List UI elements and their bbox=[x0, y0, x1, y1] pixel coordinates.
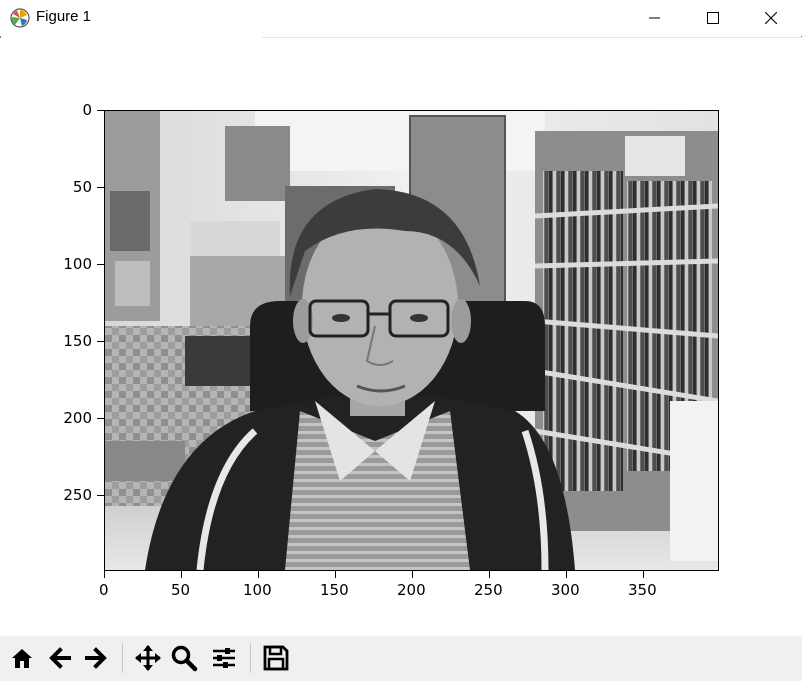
maximize-icon bbox=[707, 12, 719, 24]
pan-button[interactable] bbox=[132, 642, 164, 674]
title-bar: Figure 1 bbox=[0, 0, 802, 36]
x-tick-mark bbox=[643, 571, 644, 578]
back-arrow-icon bbox=[49, 647, 71, 669]
webcam-photo bbox=[105, 111, 718, 570]
matplotlib-logo-icon bbox=[10, 8, 30, 28]
x-tick-label: 50 bbox=[171, 581, 191, 599]
y-tick-mark bbox=[97, 110, 104, 111]
x-tick-label: 300 bbox=[551, 581, 580, 599]
y-tick-label: 0 bbox=[82, 101, 92, 119]
y-tick-mark bbox=[97, 187, 104, 188]
minimize-icon bbox=[649, 17, 660, 19]
close-icon bbox=[765, 12, 777, 24]
x-tick-label: 100 bbox=[243, 581, 272, 599]
y-tick-mark bbox=[97, 495, 104, 496]
configure-subplots-button[interactable] bbox=[208, 642, 240, 674]
x-tick-mark bbox=[412, 571, 413, 578]
forward-arrow-icon bbox=[85, 647, 107, 669]
navigation-toolbar bbox=[0, 636, 802, 681]
y-tick-mark bbox=[97, 264, 104, 265]
image-axes[interactable] bbox=[104, 110, 719, 571]
zoom-button[interactable] bbox=[168, 642, 200, 674]
close-button[interactable] bbox=[742, 0, 800, 36]
magnifier-icon bbox=[171, 645, 198, 672]
y-tick-label: 100 bbox=[63, 255, 92, 273]
y-tick-label: 150 bbox=[63, 332, 92, 350]
x-tick-mark bbox=[258, 571, 259, 578]
x-tick-label: 350 bbox=[628, 581, 657, 599]
maximize-button[interactable] bbox=[684, 0, 742, 36]
y-tick-label: 200 bbox=[63, 409, 92, 427]
x-tick-mark bbox=[181, 571, 182, 578]
move-arrows-icon bbox=[135, 645, 161, 671]
back-button[interactable] bbox=[44, 642, 76, 674]
x-tick-label: 200 bbox=[397, 581, 426, 599]
home-icon bbox=[12, 649, 32, 668]
y-tick-mark bbox=[97, 341, 104, 342]
home-button[interactable] bbox=[6, 642, 38, 674]
y-tick-mark bbox=[97, 418, 104, 419]
save-button[interactable] bbox=[260, 642, 292, 674]
y-tick-label: 50 bbox=[72, 178, 92, 196]
x-tick-mark bbox=[489, 571, 490, 578]
minimize-button[interactable] bbox=[626, 0, 684, 36]
x-tick-mark bbox=[104, 571, 105, 578]
x-tick-label: 150 bbox=[320, 581, 349, 599]
x-tick-label: 0 bbox=[99, 581, 109, 599]
x-tick-mark bbox=[335, 571, 336, 578]
forward-button[interactable] bbox=[80, 642, 112, 674]
x-tick-mark bbox=[566, 571, 567, 578]
toolbar-separator bbox=[122, 643, 123, 673]
window-title: Figure 1 bbox=[36, 8, 92, 25]
floppy-disk-icon bbox=[263, 645, 289, 671]
y-tick-label: 250 bbox=[63, 486, 92, 504]
sliders-icon bbox=[213, 648, 235, 668]
x-tick-label: 250 bbox=[474, 581, 503, 599]
toolbar-separator bbox=[250, 643, 251, 673]
